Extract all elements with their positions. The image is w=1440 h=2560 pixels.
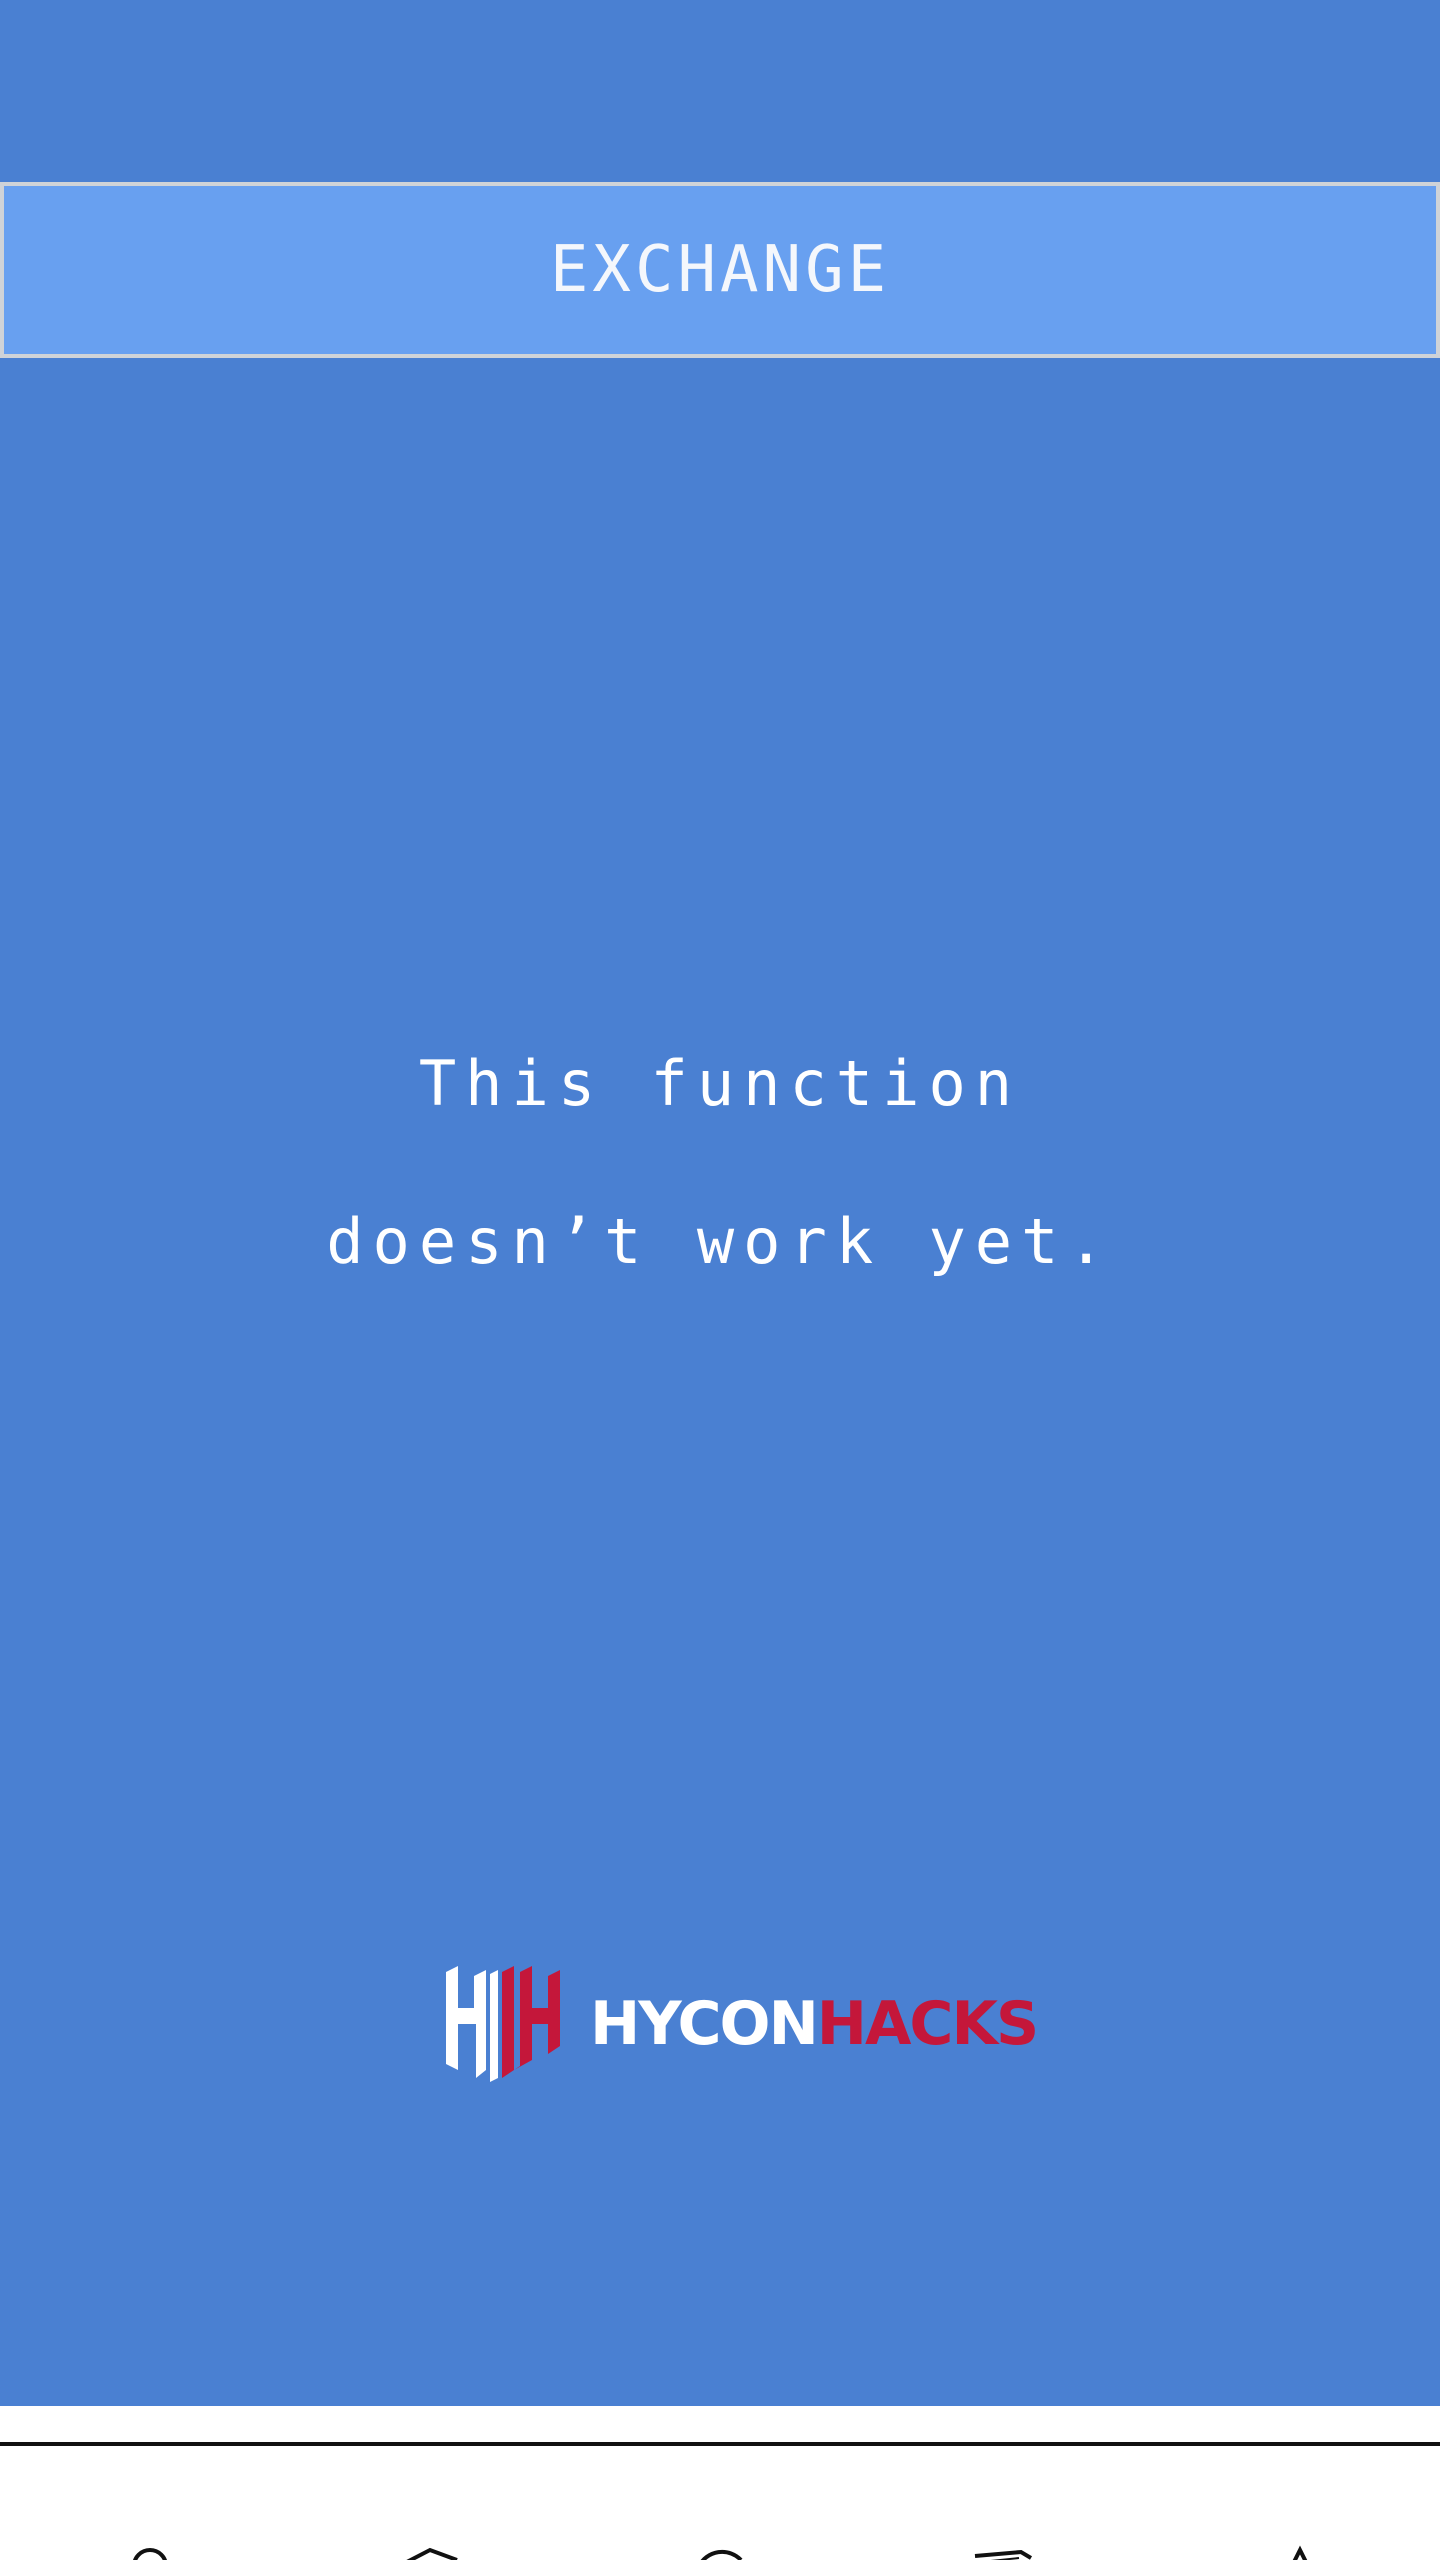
wallet-icon — [133, 2548, 167, 2560]
nav-item-user[interactable] — [1180, 2446, 1420, 2560]
message-line-2: doesn’t work yet. — [326, 1205, 1114, 1278]
logo-text-hacks: HACKS — [816, 1989, 1039, 2059]
message-line-1: This function — [418, 1047, 1022, 1120]
exchange-screen: EXCHANGE This function doesn’t work yet.… — [0, 0, 1440, 2560]
bottom-nav — [0, 2446, 1440, 2560]
hycon-logo-mark-icon — [446, 1966, 560, 2082]
page-title: EXCHANGE — [549, 233, 891, 307]
hyconhacks-logo: HYCONHACKS — [440, 1966, 1039, 2082]
refresh-icon — [700, 2549, 743, 2560]
main-panel: EXCHANGE This function doesn’t work yet.… — [0, 0, 1440, 2406]
nav-item-wallet[interactable] — [30, 2446, 270, 2560]
logo-wordmark: HYCONHACKS — [590, 1994, 1039, 2054]
shield-icon — [406, 2547, 458, 2560]
nav-item-chat[interactable] — [880, 2446, 1120, 2560]
not-available-message: This function doesn’t work yet. — [0, 1040, 1440, 1286]
user-icon — [1292, 2545, 1308, 2560]
logo-text-hycon: HYCON — [590, 1989, 819, 2059]
chat-icon — [974, 2549, 1033, 2560]
nav-item-shield[interactable] — [310, 2446, 550, 2560]
nav-item-refresh[interactable] — [600, 2446, 840, 2560]
header-bar: EXCHANGE — [0, 182, 1440, 358]
